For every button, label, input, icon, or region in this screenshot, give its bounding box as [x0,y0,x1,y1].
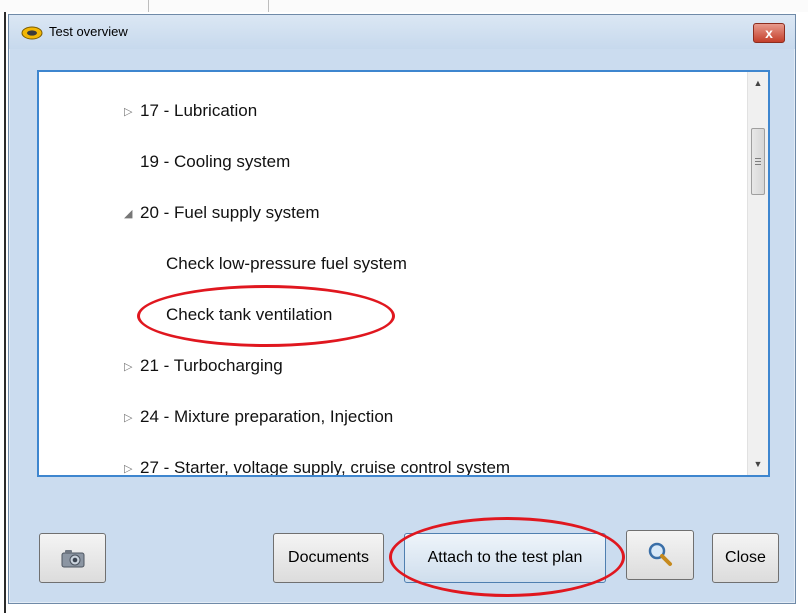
camera-icon [61,550,84,568]
screenshot-camera-button[interactable] [39,533,106,583]
background-divider [268,0,269,12]
background-divider [148,0,149,12]
title-bar[interactable]: Test overview x [9,15,795,49]
documents-button[interactable]: Documents [273,533,384,583]
search-button[interactable] [626,530,694,580]
attach-to-test-plan-button[interactable]: Attach to the test plan [404,533,606,583]
tree-item-17-lubrication[interactable]: 17 - Lubrication [140,101,257,121]
grip-line [755,158,761,159]
collapsed-arrow-icon[interactable]: ▷ [124,105,132,118]
background-strip [0,0,808,12]
app-logo-icon [21,26,43,40]
grip-line [755,161,761,162]
test-tree-list[interactable]: ▷ 17 - Lubrication 19 - Cooling system ◢… [37,70,770,477]
window-title: Test overview [49,24,128,39]
tree-item-21-turbocharging[interactable]: 21 - Turbocharging [140,356,283,376]
outer-frame-edge [4,12,6,613]
tree-item-check-tank-ventilation[interactable]: Check tank ventilation [166,305,332,325]
test-overview-dialog: Test overview x ▷ 17 - Lubrication 19 - … [8,14,796,604]
vertical-scrollbar[interactable]: ▲ ▼ [747,72,768,475]
tree-item-20-fuel-supply-system[interactable]: 20 - Fuel supply system [140,203,320,223]
collapsed-arrow-icon[interactable]: ▷ [124,462,132,475]
scroll-up-arrow-icon[interactable]: ▲ [748,74,768,92]
magnifier-icon [648,542,672,566]
expanded-arrow-icon[interactable]: ◢ [124,207,132,220]
window-close-button[interactable]: x [753,23,785,43]
scrollbar-thumb[interactable] [751,128,765,195]
tree-item-27-starter-voltage-supply[interactable]: 27 - Starter, voltage supply, cruise con… [140,458,510,475]
grip-line [755,164,761,165]
tree-item-19-cooling-system[interactable]: 19 - Cooling system [140,152,290,172]
scroll-down-arrow-icon[interactable]: ▼ [748,455,768,473]
close-button[interactable]: Close [712,533,779,583]
collapsed-arrow-icon[interactable]: ▷ [124,360,132,373]
tree-item-check-low-pressure-fuel-system[interactable]: Check low-pressure fuel system [166,254,407,274]
collapsed-arrow-icon[interactable]: ▷ [124,411,132,424]
tree-item-24-mixture-preparation[interactable]: 24 - Mixture preparation, Injection [140,407,393,427]
